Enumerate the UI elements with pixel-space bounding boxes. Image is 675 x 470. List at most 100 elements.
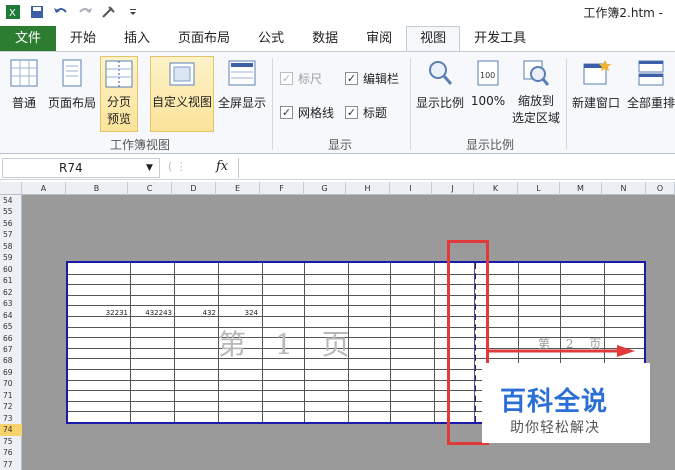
ruler-checkbox[interactable]: ✓ 标尺 <box>280 70 322 87</box>
row-header[interactable]: 69 <box>0 367 22 378</box>
logo-subtitle: 助你轻松解决 <box>510 420 600 436</box>
formula-bar: R74 ▼ ( ⋮ fx <box>0 156 675 180</box>
row-header[interactable]: 73 <box>0 413 22 424</box>
column-header[interactable]: F <box>260 182 304 195</box>
cell-c64[interactable]: 432243 <box>130 309 172 317</box>
cell-d64[interactable]: 432 <box>178 309 216 317</box>
grid-column-line <box>348 263 349 422</box>
insert-function-button[interactable]: fx <box>216 159 228 174</box>
zoom-100-button[interactable]: 100 100% <box>468 58 508 118</box>
excel-logo-icon[interactable]: X <box>2 1 24 23</box>
column-header[interactable]: C <box>128 182 172 195</box>
cell-e64[interactable]: 324 <box>220 309 258 317</box>
tab-developer[interactable]: 开发工具 <box>460 26 540 52</box>
page-break-preview-label-2: 预览 <box>106 112 131 126</box>
row-header[interactable]: 62 <box>0 287 22 298</box>
undo-icon[interactable] <box>50 1 72 23</box>
column-header[interactable]: E <box>216 182 260 195</box>
row-header[interactable]: 74 <box>0 424 22 436</box>
tab-page-layout[interactable]: 页面布局 <box>164 26 244 52</box>
column-header[interactable]: D <box>172 182 216 195</box>
row-header[interactable]: 72 <box>0 401 22 412</box>
page-break-preview-label-1: 分页 <box>106 95 131 109</box>
row-header[interactable]: 68 <box>0 355 22 366</box>
row-header[interactable]: 77 <box>0 459 22 470</box>
column-header[interactable]: J <box>432 182 474 195</box>
normal-view-button[interactable]: 普通 <box>4 58 44 118</box>
full-screen-icon <box>228 60 256 86</box>
select-all-corner[interactable] <box>0 182 22 195</box>
tools-icon[interactable] <box>98 1 120 23</box>
column-header[interactable]: N <box>602 182 646 195</box>
row-header[interactable]: 60 <box>0 264 22 275</box>
tab-review[interactable]: 审阅 <box>352 26 406 52</box>
redo-icon[interactable] <box>74 1 96 23</box>
formula-bar-grip-icon: ( ⋮ <box>168 160 187 173</box>
row-header[interactable]: 75 <box>0 436 22 447</box>
column-headers: A B C D E F G H I J K L M N O <box>0 182 675 195</box>
page-break-preview-button[interactable]: 分页 预览 <box>100 56 138 132</box>
customize-qat-icon[interactable] <box>122 1 144 23</box>
row-header[interactable]: 56 <box>0 218 22 229</box>
gridlines-checkbox[interactable]: ✓ 网格线 <box>280 104 334 121</box>
tab-view[interactable]: 视图 <box>406 26 461 52</box>
full-screen-button[interactable]: 全屏显示 <box>216 58 268 118</box>
headings-check-icon: ✓ <box>345 106 358 119</box>
formula-input[interactable] <box>238 158 675 178</box>
row-header[interactable]: 76 <box>0 447 22 458</box>
row-header[interactable]: 57 <box>0 229 22 240</box>
name-box-dropdown-icon[interactable]: ▼ <box>146 159 153 177</box>
row-header[interactable]: 66 <box>0 333 22 344</box>
page-layout-view-button[interactable]: 页面布局 <box>46 58 98 118</box>
column-header[interactable]: G <box>304 182 346 195</box>
tab-home[interactable]: 开始 <box>56 26 110 52</box>
column-header[interactable]: L <box>518 182 560 195</box>
column-header[interactable]: A <box>22 182 66 195</box>
full-screen-label: 全屏显示 <box>217 96 266 110</box>
column-header[interactable]: H <box>346 182 390 195</box>
column-header[interactable]: B <box>66 182 128 195</box>
headings-label: 标题 <box>363 106 388 120</box>
zoom-button[interactable]: 显示比例 <box>414 58 466 118</box>
normal-view-icon <box>10 59 38 87</box>
zoom-to-selection-label-2: 选定区域 <box>511 111 560 125</box>
row-header[interactable]: 59 <box>0 252 22 263</box>
grid-column-line <box>390 263 391 422</box>
row-header[interactable]: 65 <box>0 321 22 332</box>
column-header[interactable]: M <box>560 182 602 195</box>
new-window-button[interactable]: 新建窗口 <box>570 58 622 118</box>
custom-views-button[interactable]: 自定义视图 <box>150 56 214 132</box>
magnifier-icon <box>429 61 453 85</box>
row-header[interactable]: 58 <box>0 241 22 252</box>
ruler-check-icon: ✓ <box>280 72 293 85</box>
tab-insert[interactable]: 插入 <box>110 26 164 52</box>
save-icon[interactable] <box>26 1 48 23</box>
row-header[interactable]: 70 <box>0 378 22 389</box>
row-header[interactable]: 63 <box>0 298 22 309</box>
zoom-to-selection-button[interactable]: 缩放到 选定区域 <box>510 58 562 134</box>
page-layout-icon <box>62 59 82 87</box>
row-header[interactable]: 61 <box>0 275 22 286</box>
drag-arrow-icon <box>489 345 635 357</box>
cell-b64[interactable]: 32231 <box>92 309 128 317</box>
column-header[interactable]: I <box>390 182 432 195</box>
tab-file[interactable]: 文件 <box>0 26 56 52</box>
grid-column-line <box>262 263 263 422</box>
arrange-all-button[interactable]: 全部重排 <box>624 58 675 118</box>
zoom-label: 显示比例 <box>415 96 464 110</box>
zoom-100-icon: 100 <box>477 60 499 86</box>
row-header[interactable]: 71 <box>0 390 22 401</box>
column-header[interactable]: O <box>646 182 675 195</box>
row-header[interactable]: 67 <box>0 344 22 355</box>
headings-checkbox[interactable]: ✓ 标题 <box>345 104 387 121</box>
tab-formulas[interactable]: 公式 <box>244 26 298 52</box>
group-separator <box>566 58 567 150</box>
row-header[interactable]: 55 <box>0 206 22 217</box>
column-header[interactable]: K <box>474 182 518 195</box>
name-box[interactable]: R74 ▼ <box>2 158 160 178</box>
formula-bar-checkbox[interactable]: ✓ 编辑栏 <box>345 70 399 87</box>
row-header[interactable]: 54 <box>0 195 22 206</box>
tab-data[interactable]: 数据 <box>298 26 352 52</box>
row-header[interactable]: 64 <box>0 310 22 321</box>
formula-bar-label: 编辑栏 <box>363 72 400 86</box>
